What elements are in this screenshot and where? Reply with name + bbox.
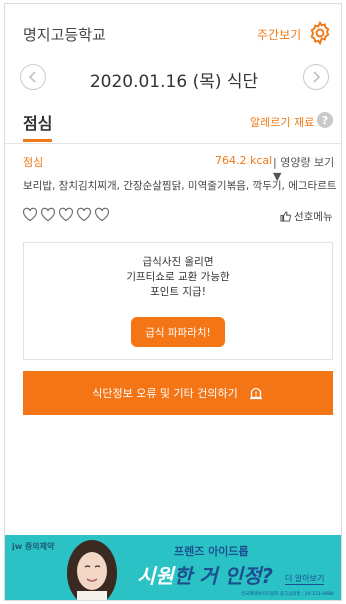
heart-icon[interactable] xyxy=(94,207,110,222)
ad-subtitle: 프렌즈 아이드롭 xyxy=(174,545,249,558)
heart-icon[interactable] xyxy=(58,207,74,222)
promo-text: 급식사진 올리면 기프티쇼로 교환 가능한 포인트 지급! xyxy=(24,255,332,300)
promo-line-2: 기프티쇼로 교환 가능한 xyxy=(126,271,230,283)
allergy-link[interactable]: 알레르기 재료 xyxy=(250,114,314,130)
help-icon[interactable]: ? xyxy=(317,112,333,128)
ad-title-rest: 한 거 인정? xyxy=(173,564,273,588)
alert-bell-icon xyxy=(249,387,262,400)
report-error-label: 식단정보 오류 및 기타 건의하기 xyxy=(92,387,238,400)
promo-line-1: 급식사진 올리면 xyxy=(142,256,214,268)
favorite-menu-button[interactable]: 선호메뉴 xyxy=(280,209,333,224)
heart-icon[interactable] xyxy=(40,207,56,222)
ad-fine-print: 한국제약바이오협회 광고심의필 : 20-121-0888 xyxy=(241,592,334,597)
paparazzi-button[interactable]: 급식 파파라치! xyxy=(131,317,225,347)
next-day-button[interactable] xyxy=(303,64,329,90)
ad-model-image xyxy=(67,540,117,600)
promo-line-3: 포인트 지급! xyxy=(150,286,206,298)
heart-icon[interactable] xyxy=(76,207,92,222)
weekly-view-link[interactable]: 주간보기 xyxy=(257,26,301,43)
ad-more-link[interactable]: 더 알아보기 xyxy=(285,573,325,585)
ad-banner[interactable]: jw 중외제약 프렌즈 아이드롭 시원한 거 인정? 더 알아보기 한국제약바이… xyxy=(5,535,341,600)
date-navigator: 2020.01.16 (목) 식단 xyxy=(5,56,341,100)
thumbs-up-icon xyxy=(280,211,291,222)
tab-lunch[interactable]: 점심 xyxy=(23,110,53,142)
kcal-value: 764.2 kcal xyxy=(215,154,273,167)
photo-promo-card: 급식사진 올리면 기프티쇼로 교환 가능한 포인트 지급! 급식 파파라치! xyxy=(23,242,333,360)
heart-icon[interactable] xyxy=(22,207,38,222)
report-error-button[interactable]: 식단정보 오류 및 기타 건의하기 xyxy=(23,371,333,415)
date-title: 2020.01.16 (목) 식단 xyxy=(89,72,259,92)
menu-list: 보리밥, 참치김치찌개, 간장순살찜닭, 미역줄기볶음, 깍두기, 에그타르트 xyxy=(23,180,337,192)
rating-hearts xyxy=(22,207,110,222)
app-frame: 명지고등학교 주간보기 2020.01.16 (목) 식단 점심 알레르기 재료… xyxy=(4,3,342,601)
ad-title: 시원한 거 인정? xyxy=(137,560,273,589)
ad-title-highlight: 시원 xyxy=(137,564,174,588)
chevron-right-icon xyxy=(313,71,321,83)
meal-tab-bar: 점심 알레르기 재료 ? xyxy=(5,104,341,144)
meal-name: 점심 xyxy=(23,156,44,169)
header: 명지고등학교 주간보기 xyxy=(5,4,341,64)
favorite-menu-label: 선호메뉴 xyxy=(294,211,333,223)
ad-brand-logo: jw 중외제약 xyxy=(12,542,55,551)
school-name: 명지고등학교 xyxy=(23,26,106,44)
gear-icon[interactable] xyxy=(307,20,333,46)
